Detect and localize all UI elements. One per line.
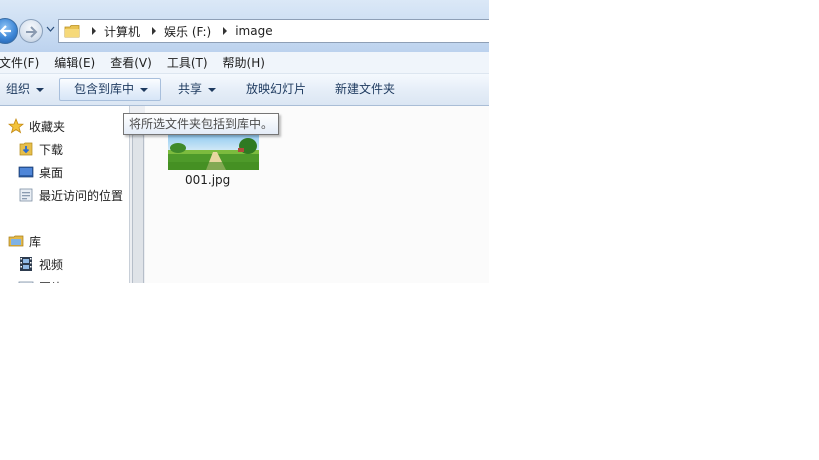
organize-button[interactable]: 组织 bbox=[6, 78, 45, 101]
new-folder-button[interactable]: 新建文件夹 bbox=[335, 78, 395, 101]
breadcrumb-drive[interactable]: 娱乐 (F:) bbox=[164, 23, 211, 40]
new-folder-label: 新建文件夹 bbox=[335, 82, 396, 96]
nav-libraries[interactable]: 库 bbox=[8, 231, 41, 251]
nav-recent-places[interactable]: 最近访问的位置 bbox=[18, 185, 123, 205]
folder-icon bbox=[64, 25, 80, 38]
slideshow-button[interactable]: 放映幻灯片 bbox=[246, 78, 306, 101]
file-name-label[interactable]: 001.jpg bbox=[185, 173, 230, 187]
chevron-down-icon bbox=[208, 87, 217, 92]
downloads-folder-icon bbox=[19, 142, 33, 156]
menu-view[interactable]: 查看(V) bbox=[110, 54, 152, 71]
star-icon bbox=[8, 118, 24, 134]
back-arrow-icon bbox=[0, 25, 11, 37]
tooltip: 将所选文件夹包括到库中。 bbox=[123, 113, 280, 135]
forward-button[interactable] bbox=[19, 19, 43, 43]
nav-favorites[interactable]: 收藏夹 bbox=[8, 116, 65, 136]
menu-edit[interactable]: 编辑(E) bbox=[54, 54, 95, 71]
nav-desktop[interactable]: 桌面 bbox=[18, 162, 63, 182]
back-button[interactable] bbox=[0, 18, 18, 44]
recent-places-icon bbox=[19, 188, 33, 202]
address-bar[interactable]: 计算机 娱乐 (F:) image bbox=[58, 19, 489, 43]
nav-recent-places-label: 最近访问的位置 bbox=[39, 188, 124, 203]
nav-favorites-label: 收藏夹 bbox=[29, 119, 66, 134]
nav-downloads-label: 下载 bbox=[39, 142, 64, 157]
menu-help[interactable]: 帮助(H) bbox=[223, 54, 265, 71]
command-bar: 组织 包含到库中 共享 放映幻灯片 新建文件夹 bbox=[0, 74, 489, 106]
pictures-icon bbox=[18, 281, 34, 283]
navigation-pane: 收藏夹 下载 桌面 最近访问的位置 库 视频 bbox=[0, 106, 129, 283]
organize-label: 组织 bbox=[6, 82, 31, 96]
breadcrumb-computer[interactable]: 计算机 bbox=[104, 23, 140, 40]
landscape-image-icon bbox=[168, 130, 259, 170]
menu-file[interactable]: 文件(F) bbox=[0, 54, 39, 71]
recent-pages-dropdown-icon[interactable] bbox=[46, 26, 55, 32]
chevron-down-icon bbox=[140, 87, 149, 92]
include-in-library-button[interactable]: 包含到库中 bbox=[59, 78, 161, 101]
explorer-window: 计算机 娱乐 (F:) image 文件(F) 编辑(E) 查看(V) 工具(T… bbox=[0, 0, 489, 283]
nav-videos[interactable]: 视频 bbox=[18, 254, 63, 274]
breadcrumb-image[interactable]: image bbox=[235, 24, 272, 38]
breadcrumb-separator-icon[interactable] bbox=[152, 27, 157, 35]
scrollbar-thumb[interactable] bbox=[132, 134, 144, 283]
nav-desktop-label: 桌面 bbox=[39, 165, 64, 180]
share-button[interactable]: 共享 bbox=[178, 78, 217, 101]
file-thumbnail[interactable] bbox=[168, 130, 259, 170]
menu-bar: 文件(F) 编辑(E) 查看(V) 工具(T) 帮助(H) bbox=[0, 52, 489, 74]
menu-tools[interactable]: 工具(T) bbox=[167, 54, 208, 71]
nav-downloads[interactable]: 下载 bbox=[18, 139, 63, 159]
nav-pictures[interactable]: 图片 bbox=[18, 277, 63, 283]
nav-videos-label: 视频 bbox=[39, 257, 64, 272]
forward-arrow-icon bbox=[26, 26, 38, 38]
chevron-down-icon bbox=[36, 87, 45, 92]
nav-libraries-label: 库 bbox=[29, 234, 42, 249]
breadcrumb-separator-icon[interactable] bbox=[92, 27, 96, 35]
address-row: 计算机 娱乐 (F:) image bbox=[0, 0, 489, 52]
desktop-icon bbox=[18, 166, 34, 178]
nav-pictures-label: 图片 bbox=[39, 279, 63, 284]
slideshow-label: 放映幻灯片 bbox=[246, 82, 307, 96]
share-label: 共享 bbox=[178, 82, 203, 96]
libraries-icon bbox=[8, 235, 24, 247]
film-icon bbox=[20, 257, 32, 271]
include-label: 包含到库中 bbox=[74, 82, 135, 96]
breadcrumb-separator-icon[interactable] bbox=[223, 27, 228, 35]
